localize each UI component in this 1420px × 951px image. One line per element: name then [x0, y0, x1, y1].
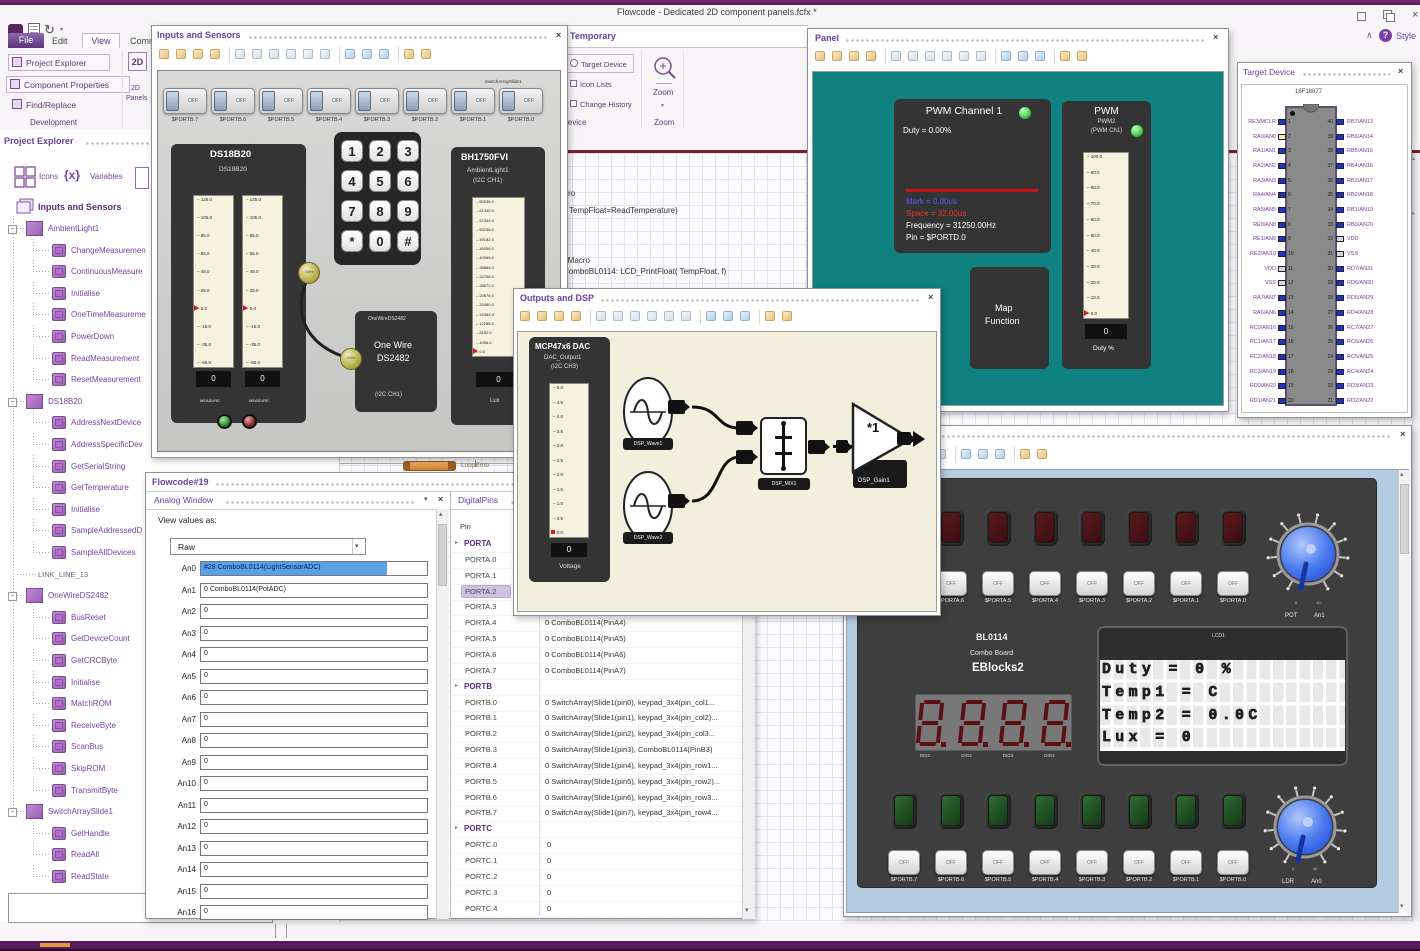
svg-text:DSP_Gain1: DSP_Gain1 — [858, 478, 890, 484]
svg-text:*1: *1 — [867, 420, 879, 435]
